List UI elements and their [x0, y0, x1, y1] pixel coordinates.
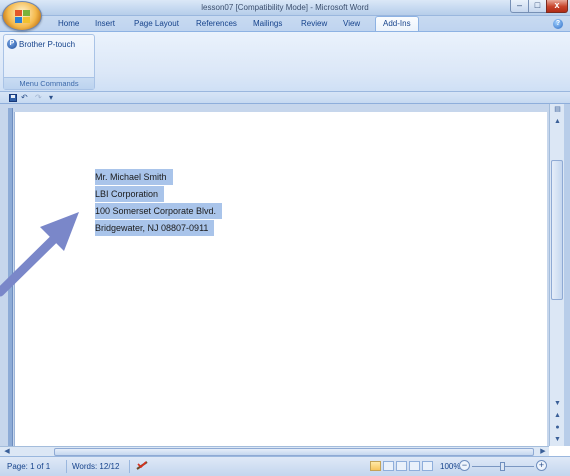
page-count[interactable]: Page: 1 of 1 — [7, 462, 50, 471]
draft-view-icon[interactable] — [422, 461, 433, 471]
tab-insert[interactable]: Insert — [95, 19, 115, 28]
document-area: Mr. Michael Smith LBI Corporation 100 So… — [0, 104, 549, 446]
zoom-in-button[interactable]: + — [536, 460, 547, 471]
web-layout-view-icon[interactable] — [396, 461, 407, 471]
horizontal-scroll-thumb[interactable] — [54, 448, 534, 456]
address-line[interactable]: 100 Somerset Corporate Blvd. — [95, 203, 223, 219]
tab-add-ins[interactable]: Add-Ins — [375, 16, 419, 32]
previous-page-icon[interactable]: ▲ — [550, 410, 565, 422]
scroll-down-icon[interactable]: ▼ — [550, 398, 565, 410]
address-line[interactable]: Bridgewater, NJ 08807-0911 — [95, 220, 215, 236]
zoom-slider-thumb[interactable] — [500, 462, 505, 471]
office-button[interactable] — [2, 1, 42, 31]
zoom-out-button[interactable]: − — [459, 460, 470, 471]
undo-icon[interactable]: ↶ — [21, 93, 28, 102]
ribbon-tabs: Home Insert Page Layout References Maili… — [0, 16, 570, 32]
tab-mailings[interactable]: Mailings — [253, 19, 282, 28]
vertical-scroll-thumb[interactable] — [551, 160, 563, 300]
office-logo-icon — [15, 10, 30, 23]
brother-ptouch-label: Brother P-touch — [19, 39, 76, 49]
full-screen-reading-view-icon[interactable] — [383, 461, 394, 471]
window-right-edge — [564, 104, 570, 446]
word-count[interactable]: Words: 12/12 — [72, 462, 119, 471]
group-label: Menu Commands — [4, 77, 94, 89]
menu-commands-group: P Brother P-touch Menu Commands — [3, 34, 95, 90]
status-divider — [66, 460, 67, 473]
address-line[interactable]: LBI Corporation — [95, 186, 165, 202]
customize-qat-icon[interactable]: ▾ — [49, 93, 53, 102]
brother-ptouch-button[interactable]: P Brother P-touch — [7, 38, 75, 50]
tab-references[interactable]: References — [196, 19, 237, 28]
tab-review[interactable]: Review — [301, 19, 327, 28]
proofing-icon[interactable] — [135, 460, 149, 473]
title-bar: lesson07 [Compatibility Mode] - Microsof… — [0, 0, 570, 16]
scroll-left-icon[interactable]: ◀ — [2, 447, 12, 456]
view-ruler-icon[interactable]: ▤ — [550, 104, 565, 116]
window-title: lesson07 [Compatibility Mode] - Microsof… — [201, 3, 369, 12]
scroll-right-icon[interactable]: ▶ — [538, 447, 548, 456]
tab-page-layout[interactable]: Page Layout — [134, 19, 179, 28]
print-layout-view-icon[interactable] — [370, 461, 381, 471]
tab-home[interactable]: Home — [58, 19, 79, 28]
address-line[interactable]: Mr. Michael Smith — [95, 169, 173, 185]
scroll-up-icon[interactable]: ▲ — [550, 116, 565, 128]
zoom-level[interactable]: 100% — [440, 462, 460, 471]
ribbon-panel: P Brother P-touch Menu Commands — [0, 31, 570, 92]
tab-view[interactable]: View — [343, 19, 360, 28]
vertical-ruler — [8, 108, 13, 446]
vertical-scrollbar[interactable]: ▤ ▲ ▼ ▲ ● ▼ — [549, 104, 564, 446]
redo-icon[interactable]: ↷ — [35, 93, 42, 102]
outline-view-icon[interactable] — [409, 461, 420, 471]
save-icon[interactable] — [9, 94, 17, 102]
status-divider — [129, 460, 130, 473]
quick-access-toolbar: ↶ ↷ ▾ — [0, 92, 570, 104]
select-browse-object-icon[interactable]: ● — [550, 422, 565, 434]
horizontal-scrollbar[interactable]: ◀ ▶ — [0, 446, 549, 456]
document-page[interactable]: Mr. Michael Smith LBI Corporation 100 So… — [14, 112, 547, 446]
help-icon[interactable]: ? — [553, 19, 563, 29]
close-button[interactable]: x — [546, 0, 568, 13]
minimize-button[interactable]: – — [510, 0, 529, 13]
next-page-icon[interactable]: ▼ — [550, 434, 565, 446]
maximize-button[interactable]: □ — [528, 0, 547, 13]
status-bar: Page: 1 of 1 Words: 12/12 100% − + — [0, 456, 570, 476]
brother-ptouch-icon: P — [7, 39, 17, 49]
